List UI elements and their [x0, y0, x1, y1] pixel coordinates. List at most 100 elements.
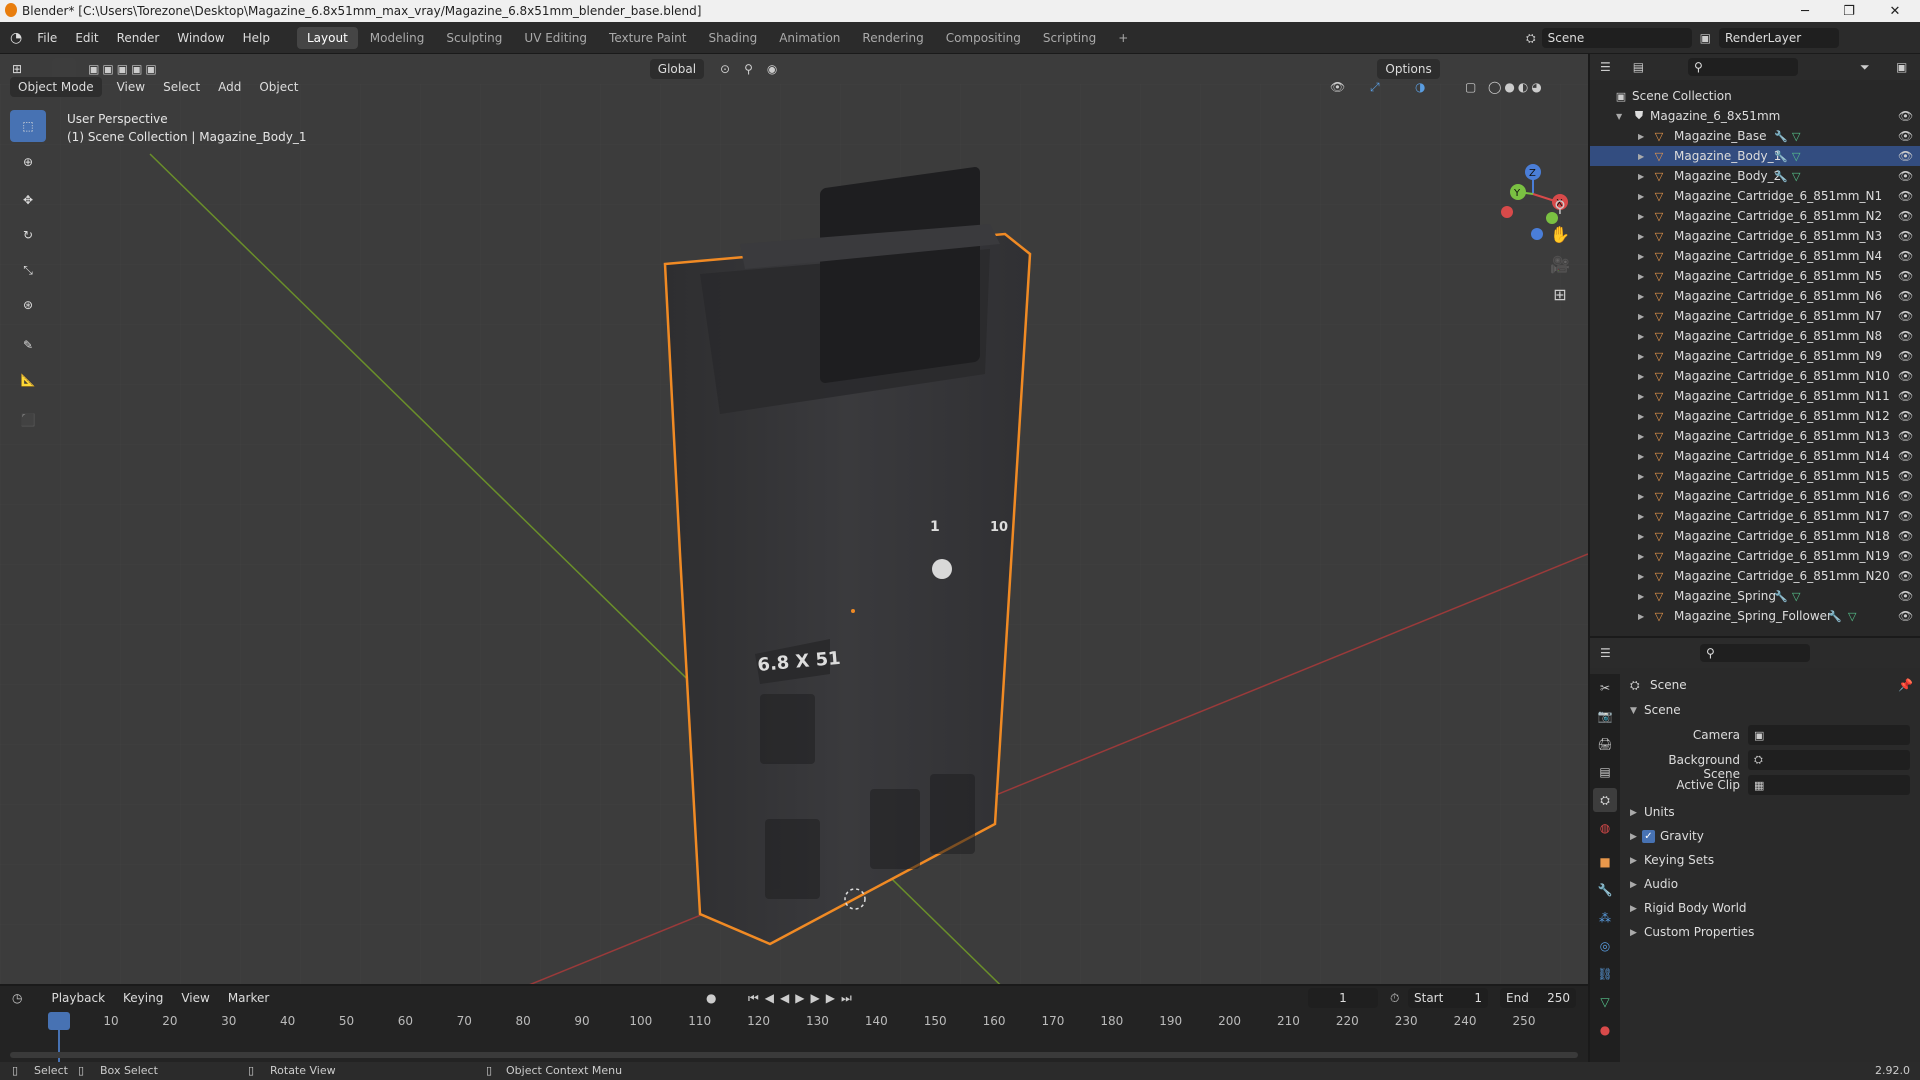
tool-settings-tab[interactable]: ✂	[1593, 676, 1617, 700]
expand-arrow-icon[interactable]: ▶	[1638, 572, 1644, 581]
visibility-eye-icon[interactable]: 👁	[1898, 229, 1913, 243]
visibility-eye-icon[interactable]: 👁	[1898, 349, 1913, 363]
outliner-collection-row[interactable]: ▼ ⛊ Magazine_6_8x51mm 👁	[1590, 106, 1920, 126]
transform-tool[interactable]: ⊛	[10, 289, 46, 321]
outliner-object-row[interactable]: ▶ ▽ Magazine_Cartridge_6_851mm_N1 👁	[1590, 186, 1920, 206]
visibility-eye-icon[interactable]: 👁	[1898, 469, 1913, 483]
workspace-tab-rendering[interactable]: Rendering	[852, 27, 933, 49]
xray-icon[interactable]: ▢	[1465, 80, 1476, 94]
expand-arrow-icon[interactable]: ▶	[1638, 512, 1644, 521]
material-tab[interactable]: ●	[1593, 1018, 1617, 1042]
expand-arrow-icon[interactable]: ▶	[1638, 192, 1644, 201]
pin-icon[interactable]: 📌	[1898, 678, 1913, 692]
expand-arrow-icon[interactable]: ▶	[1638, 232, 1644, 241]
expand-arrow-icon[interactable]: ▶	[1638, 552, 1644, 561]
workspace-tab-texture-paint[interactable]: Texture Paint	[599, 27, 696, 49]
keying-sets-arrow-icon[interactable]: ▶	[1630, 856, 1637, 866]
visibility-eye-icon[interactable]: 👁	[1898, 289, 1913, 303]
visibility-eye-icon[interactable]: 👁	[1898, 369, 1913, 383]
active-clip-field[interactable]: ▦	[1748, 775, 1910, 795]
outliner-object-row[interactable]: ▶ ▽ Magazine_Body_1 🔧 ▽ 👁	[1590, 146, 1920, 166]
visibility-eye-icon[interactable]: 👁	[1898, 389, 1913, 403]
render-layer-selector[interactable]: RenderLayer	[1718, 28, 1839, 48]
outliner-object-row[interactable]: ▶ ▽ Magazine_Base 🔧 ▽ 👁	[1590, 126, 1920, 146]
render-tab[interactable]: 📷	[1593, 704, 1617, 728]
outliner-object-row[interactable]: ▶ ▽ Magazine_Cartridge_6_851mm_N3 👁	[1590, 226, 1920, 246]
gravity-panel-header[interactable]: Gravity	[1660, 829, 1704, 843]
expand-arrow-icon[interactable]: ▶	[1638, 372, 1644, 381]
visibility-eye-icon[interactable]: 👁	[1898, 409, 1913, 423]
rotate-tool[interactable]: ↻	[10, 219, 46, 251]
menu-file[interactable]: File	[28, 31, 66, 45]
workspace-tab-sculpting[interactable]: Sculpting	[436, 27, 512, 49]
gizmo-toggle-icon[interactable]: ⤢	[1370, 80, 1380, 95]
workspace-tab-compositing[interactable]: Compositing	[936, 27, 1031, 49]
minimize-button[interactable]: ─	[1783, 0, 1827, 22]
expand-arrow-icon[interactable]: ▶	[1638, 252, 1644, 261]
rigid-body-arrow-icon[interactable]: ▶	[1630, 904, 1637, 914]
units-arrow-icon[interactable]: ▶	[1630, 808, 1637, 818]
visibility-eye-icon[interactable]: 👁	[1898, 129, 1913, 143]
playhead-marker[interactable]	[48, 1012, 70, 1030]
visibility-eye-icon[interactable]: 👁	[1898, 589, 1913, 603]
viewport-menu-add[interactable]: Add	[209, 80, 250, 94]
cursor-tool[interactable]: ⊕	[10, 146, 46, 178]
scene-section-header[interactable]: Scene	[1644, 703, 1681, 717]
display-mode-icon[interactable]: ▤	[1633, 60, 1644, 74]
outliner-object-row[interactable]: ▶ ▽ Magazine_Cartridge_6_851mm_N4 👁	[1590, 246, 1920, 266]
view-layer-tab[interactable]: ▤	[1593, 760, 1617, 784]
3d-viewport[interactable]: 1 10 6.8 X 51 Z X Y ⊞ ▣▣▣▣▣ Global ⊙ ⚲ ◉…	[0, 54, 1588, 984]
visibility-eye-icon[interactable]: 👁	[1898, 509, 1913, 523]
outliner-object-row[interactable]: ▶ ▽ Magazine_Cartridge_6_851mm_N7 👁	[1590, 306, 1920, 326]
custom-props-arrow-icon[interactable]: ▶	[1630, 928, 1637, 938]
audio-arrow-icon[interactable]: ▶	[1630, 880, 1637, 890]
expand-arrow-icon[interactable]: ▶	[1638, 272, 1644, 281]
menu-render[interactable]: Render	[108, 31, 169, 45]
collapse-arrow-icon[interactable]: ▼	[1616, 112, 1622, 121]
outliner-object-row[interactable]: ▶ ▽ Magazine_Cartridge_6_851mm_N10 👁	[1590, 366, 1920, 386]
output-tab[interactable]: 🖨	[1593, 732, 1617, 756]
workspace-tab-scripting[interactable]: Scripting	[1033, 27, 1106, 49]
data-tab[interactable]: ▽	[1593, 990, 1617, 1014]
menu-window[interactable]: Window	[168, 31, 233, 45]
expand-arrow-icon[interactable]: ▶	[1638, 172, 1644, 181]
outliner-object-row[interactable]: ▶ ▽ Magazine_Cartridge_6_851mm_N5 👁	[1590, 266, 1920, 286]
constraints-tab[interactable]: ⛓	[1593, 962, 1617, 986]
workspace-tab-layout[interactable]: Layout	[296, 26, 358, 49]
visibility-eye-icon[interactable]: 👁	[1898, 569, 1913, 583]
outliner-object-row[interactable]: ▶ ▽ Magazine_Cartridge_6_851mm_N19 👁	[1590, 546, 1920, 566]
outliner-object-row[interactable]: ▶ ▽ Magazine_Cartridge_6_851mm_N20 👁	[1590, 566, 1920, 586]
expand-arrow-icon[interactable]: ▶	[1638, 332, 1644, 341]
viewport-canvas[interactable]: 1 10 6.8 X 51 Z X Y	[0, 54, 1588, 984]
units-panel-header[interactable]: Units	[1644, 805, 1675, 819]
outliner-object-row[interactable]: ▶ ▽ Magazine_Cartridge_6_851mm_N13 👁	[1590, 426, 1920, 446]
expand-arrow-icon[interactable]: ▶	[1638, 412, 1644, 421]
move-tool[interactable]: ✥	[10, 184, 46, 216]
outliner-object-row[interactable]: ▶ ▽ Magazine_Cartridge_6_851mm_N9 👁	[1590, 346, 1920, 366]
expand-arrow-icon[interactable]: ▶	[1638, 452, 1644, 461]
timeline-scrollbar[interactable]	[10, 1052, 1578, 1058]
close-window-button[interactable]: ✕	[1873, 0, 1917, 22]
outliner-scene-collection[interactable]: ▣ Scene Collection	[1590, 86, 1920, 106]
visibility-eye-icon[interactable]: 👁	[1898, 109, 1913, 123]
expand-arrow-icon[interactable]: ▶	[1638, 472, 1644, 481]
visibility-icon[interactable]: 👁	[1330, 80, 1345, 94]
outliner-object-row[interactable]: ▶ ▽ Magazine_Cartridge_6_851mm_N12 👁	[1590, 406, 1920, 426]
visibility-eye-icon[interactable]: 👁	[1898, 329, 1913, 343]
zoom-button[interactable]: ⚲	[1544, 192, 1576, 220]
expand-arrow-icon[interactable]: ▶	[1638, 432, 1644, 441]
outliner-object-row[interactable]: ▶ ▽ Magazine_Spring_Follower 🔧 ▽ 👁	[1590, 606, 1920, 626]
scene-section-arrow-icon[interactable]: ▼	[1630, 706, 1637, 716]
expand-arrow-icon[interactable]: ▶	[1638, 612, 1644, 621]
audio-panel-header[interactable]: Audio	[1644, 877, 1678, 891]
expand-arrow-icon[interactable]: ▶	[1638, 492, 1644, 501]
physics-tab[interactable]: ◎	[1593, 934, 1617, 958]
expand-arrow-icon[interactable]: ▶	[1638, 312, 1644, 321]
visibility-eye-icon[interactable]: 👁	[1898, 269, 1913, 283]
expand-arrow-icon[interactable]: ▶	[1638, 352, 1644, 361]
world-tab[interactable]: ◍	[1593, 816, 1617, 840]
add-cube-tool[interactable]: ⬛	[10, 404, 46, 436]
workspace-tab-shading[interactable]: Shading	[698, 27, 767, 49]
camera-view-button[interactable]: 🎥	[1544, 250, 1576, 278]
visibility-eye-icon[interactable]: 👁	[1898, 609, 1913, 623]
